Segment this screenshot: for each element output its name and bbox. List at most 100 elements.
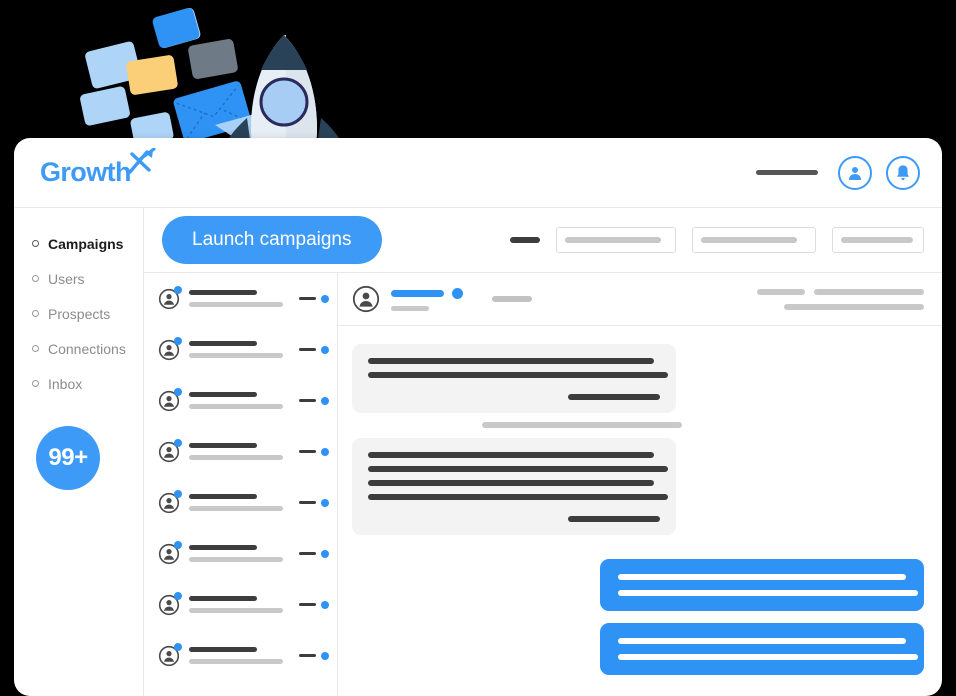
list-item-text	[189, 290, 290, 307]
message-signature-line	[568, 394, 660, 400]
list-item[interactable]	[144, 426, 337, 477]
online-status-dot	[452, 287, 463, 299]
account-button[interactable]	[838, 155, 872, 190]
list-item-name-bar	[189, 494, 257, 499]
message-line	[618, 574, 906, 580]
avatar[interactable]	[352, 285, 380, 313]
message-line	[618, 638, 906, 644]
bell-icon	[897, 164, 909, 180]
prospect-list[interactable]	[144, 273, 338, 696]
message-line	[368, 494, 668, 500]
status-dot	[321, 498, 329, 507]
notifications-button[interactable]	[886, 155, 920, 190]
list-item-name-bar	[189, 647, 257, 652]
status-dot	[321, 294, 329, 303]
message-outgoing[interactable]	[600, 559, 924, 611]
filter-placeholder-bar	[701, 237, 797, 243]
conversation-name-bar	[391, 289, 444, 297]
message-outgoing[interactable]	[600, 623, 924, 675]
status-dot	[321, 345, 329, 354]
avatar	[158, 489, 182, 514]
list-item[interactable]	[144, 579, 337, 630]
list-item-subtitle-bar	[189, 353, 283, 358]
list-item[interactable]	[144, 630, 337, 681]
status-dot	[321, 549, 329, 558]
list-item-name-bar	[189, 341, 257, 346]
logo-text: Growth	[40, 157, 131, 187]
meta-dash-bar	[299, 654, 316, 657]
sidebar-item-connections[interactable]: Connections	[14, 331, 143, 366]
list-item-subtitle-bar	[189, 659, 283, 664]
meta-dash-bar	[299, 501, 316, 504]
list-item-text	[189, 596, 290, 613]
sidebar-item-label: Campaigns	[48, 235, 124, 252]
sidebar-item-prospects[interactable]: Prospects	[14, 296, 143, 331]
list-item[interactable]	[144, 324, 337, 375]
action-row: Launch campaigns	[144, 208, 942, 273]
sidebar: Campaigns Users Prospects Connections In…	[14, 208, 144, 696]
launch-campaigns-button[interactable]: Launch campaigns	[162, 216, 382, 264]
avatar	[158, 387, 182, 412]
message-timestamp-bar	[482, 422, 682, 428]
meta-dash-bar	[299, 552, 316, 555]
logo[interactable]: Growth	[40, 148, 156, 187]
filter-input-2[interactable]	[692, 227, 816, 253]
meta-bar	[757, 288, 805, 295]
list-item-name-bar	[189, 392, 257, 397]
topbar-placeholder-bar	[756, 170, 818, 175]
message-thread[interactable]	[338, 326, 942, 696]
bullet-icon	[32, 310, 39, 317]
meta-bar	[784, 303, 924, 310]
list-item-text	[189, 545, 290, 562]
conversation-subtitle-bar	[391, 305, 429, 311]
list-item-meta	[299, 651, 329, 660]
avatar	[158, 336, 182, 361]
message-incoming[interactable]	[352, 438, 676, 535]
list-item-subtitle-bar	[189, 506, 283, 511]
unread-dot	[174, 642, 182, 651]
list-item-text	[189, 392, 290, 409]
conversation-identity	[391, 287, 463, 311]
filter-input-1[interactable]	[556, 227, 676, 253]
meta-dash-bar	[299, 603, 316, 606]
meta-dash-bar	[299, 399, 316, 402]
topbar: Growth	[14, 138, 942, 208]
list-item-meta	[299, 600, 329, 609]
filter-input-3[interactable]	[832, 227, 924, 253]
conversation-panel	[338, 273, 942, 696]
message-line	[368, 372, 668, 378]
lower-split	[144, 273, 942, 696]
bullet-icon	[32, 275, 39, 282]
list-item-name-bar	[189, 290, 257, 295]
sidebar-item-label: Inbox	[48, 375, 83, 392]
list-item-text	[189, 647, 290, 664]
meta-dash-bar	[299, 297, 316, 300]
bullet-icon	[32, 240, 39, 247]
list-item[interactable]	[144, 528, 337, 579]
list-item-text	[189, 341, 290, 358]
sidebar-item-inbox[interactable]: Inbox	[14, 366, 143, 401]
unread-count-badge[interactable]: 99+	[36, 426, 100, 490]
list-item-subtitle-bar	[189, 302, 283, 307]
unread-dot	[174, 285, 182, 294]
message-line	[368, 452, 654, 458]
list-item[interactable]	[144, 375, 337, 426]
sidebar-item-users[interactable]: Users	[14, 261, 143, 296]
app-window: Growth Campaigns Users Prospects Connect…	[14, 138, 942, 696]
list-item[interactable]	[144, 273, 337, 324]
message-line	[368, 480, 654, 486]
arrow-x-icon	[128, 148, 156, 174]
status-dot	[321, 651, 329, 660]
message-line	[368, 466, 668, 472]
avatar	[158, 642, 182, 667]
message-signature-line	[568, 516, 660, 522]
floating-cards-icon	[80, 8, 262, 148]
bullet-icon	[32, 345, 39, 352]
list-item-meta	[299, 396, 329, 405]
sidebar-item-label: Connections	[48, 340, 126, 357]
list-item-meta	[299, 345, 329, 354]
message-incoming[interactable]	[352, 344, 676, 413]
avatar	[158, 591, 182, 616]
list-item[interactable]	[144, 477, 337, 528]
sidebar-item-campaigns[interactable]: Campaigns	[14, 226, 143, 261]
